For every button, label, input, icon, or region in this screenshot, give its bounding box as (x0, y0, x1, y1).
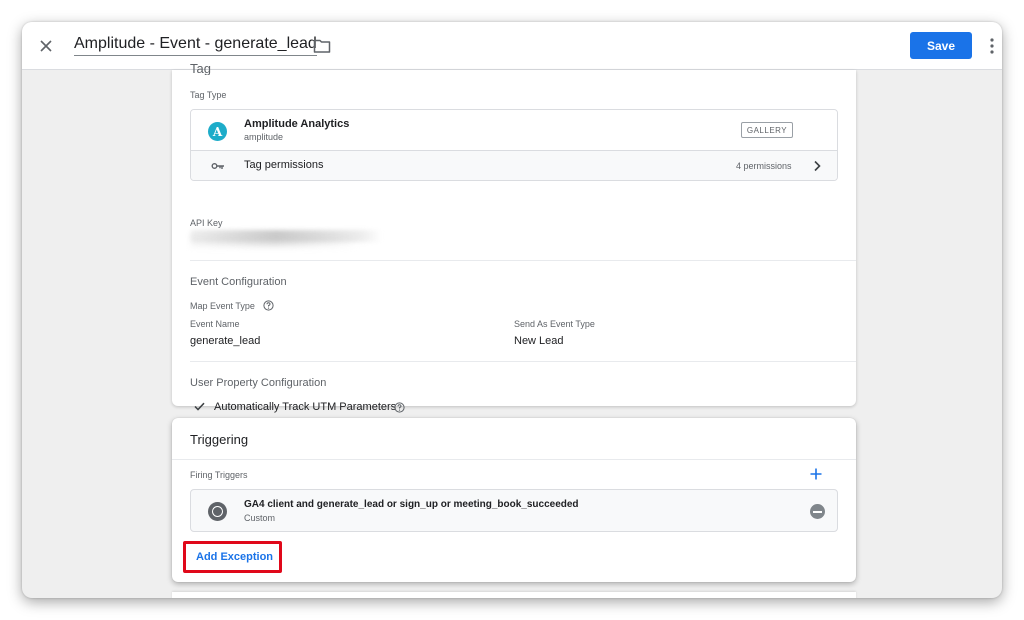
permissions-count: 4 permissions (736, 161, 792, 171)
check-icon (194, 402, 205, 411)
api-key-label: API Key (190, 218, 223, 228)
tag-configuration-heading: Tag Configuration (190, 61, 211, 75)
tag-type-vendor: amplitude (244, 132, 284, 142)
editor-header: Amplitude - Event - generate_lead Save (22, 22, 1002, 70)
divider (172, 459, 856, 460)
save-button[interactable]: Save (910, 32, 972, 59)
divider (190, 361, 856, 362)
divider (190, 260, 856, 261)
firing-trigger-item[interactable]: GA4 client and generate_lead or sign_up … (190, 489, 838, 532)
remove-icon[interactable] (810, 504, 825, 519)
tag-editor-window: Amplitude - Event - generate_lead Save T… (22, 22, 1002, 598)
gallery-badge[interactable]: GALLERY (741, 122, 793, 138)
triggering-title: Triggering (190, 432, 249, 447)
triggering-card[interactable]: Triggering Firing Triggers GA4 client an… (172, 418, 856, 582)
chevron-right-icon[interactable] (812, 160, 822, 172)
tag-permissions-label: Tag permissions (244, 159, 324, 171)
amplitude-logo: A (208, 122, 227, 141)
help-icon[interactable] (263, 300, 274, 311)
help-icon[interactable] (394, 402, 405, 413)
close-icon[interactable] (36, 36, 56, 56)
trigger-name: GA4 client and generate_lead or sign_up … (244, 499, 579, 510)
tag-type-box: A Amplitude Analytics amplitude GALLERY … (190, 109, 838, 181)
add-exception-button[interactable]: Add Exception (196, 551, 273, 563)
plus-icon[interactable] (810, 468, 822, 480)
auto-track-utm-label: Automatically Track UTM Parameters (214, 401, 397, 413)
tag-permissions-row[interactable]: Tag permissions 4 permissions (191, 151, 837, 180)
firing-triggers-label: Firing Triggers (190, 470, 248, 480)
send-as-event-type-label: Send As Event Type (514, 319, 595, 329)
event-name-value: generate_lead (190, 335, 261, 347)
map-event-type-label: Map Event Type (190, 301, 255, 311)
tag-type-label: Tag Type (190, 90, 227, 100)
user-property-title: User Property Configuration (190, 377, 327, 389)
api-key-redaction-shadow (190, 238, 360, 247)
trigger-type: Custom (244, 513, 276, 523)
tag-configuration-card[interactable]: Tag Configuration Tag Type A Amplitude A… (172, 61, 856, 413)
tag-type-name: Amplitude Analytics (244, 118, 350, 130)
event-name-label: Event Name (190, 319, 240, 329)
more-vert-icon[interactable] (986, 36, 998, 56)
folder-icon[interactable] (313, 38, 331, 54)
tag-type-row[interactable]: A Amplitude Analytics amplitude GALLERY (191, 110, 837, 151)
tag-name-input[interactable]: Amplitude - Event - generate_lead (74, 35, 317, 56)
next-card-edge (172, 592, 856, 598)
trigger-icon (208, 502, 227, 521)
event-configuration-title: Event Configuration (190, 276, 287, 288)
key-icon (211, 163, 224, 169)
send-as-event-type-value: New Lead (514, 335, 564, 347)
